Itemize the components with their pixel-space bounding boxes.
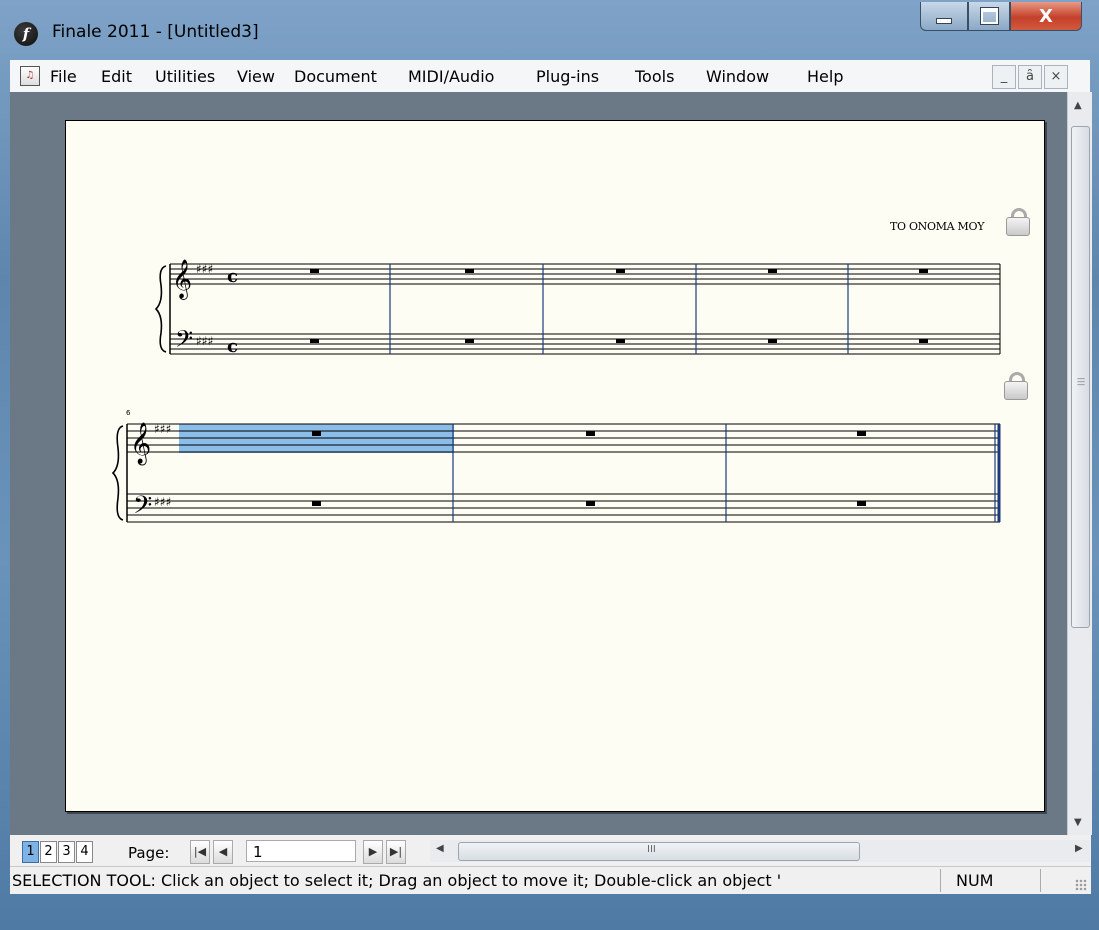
whole-rest-icon (310, 339, 319, 343)
scroll-grip-icon: — — — (1077, 374, 1085, 389)
status-message: SELECTION TOOL: Click an object to selec… (12, 871, 782, 890)
scroll-grip-icon: III (647, 844, 656, 855)
grand-staff-brace (111, 425, 124, 521)
barlines-2 (452, 424, 727, 522)
last-page-icon[interactable]: ▶| (386, 840, 406, 864)
scroll-down-icon[interactable]: ▼ (1074, 817, 1082, 828)
vertical-scroll-thumb[interactable]: — — — (1071, 126, 1090, 628)
whole-rests-1 (310, 269, 928, 343)
score-notation[interactable]: 𝄞 𝄢 ♯♯♯ ♯♯♯ c c 6 𝄞 𝄢 ♯♯♯ ♯♯♯ (0, 0, 1099, 930)
first-page-icon[interactable]: |◀ (190, 840, 210, 864)
whole-rest-icon (616, 339, 625, 343)
whole-rest-icon (768, 339, 777, 343)
whole-rest-icon (465, 269, 474, 273)
horizontal-scroll-thumb[interactable]: III (458, 842, 860, 861)
prev-page-icon[interactable]: ◀ (213, 840, 233, 864)
bass-clef-icon: 𝄢 (133, 491, 152, 526)
page-label: Page: (128, 844, 170, 862)
vertical-scrollbar[interactable]: ▲ — — — ▼ (1067, 92, 1092, 835)
key-signature-sharps-icon: ♯♯♯ (196, 262, 213, 276)
staff-bass-2 (127, 493, 1000, 523)
whole-rest-icon (312, 501, 321, 506)
whole-rest-icon (768, 269, 777, 273)
whole-rest-icon (310, 269, 319, 273)
whole-rest-icon (586, 431, 595, 436)
whole-rest-icon (312, 431, 321, 436)
status-divider (1040, 869, 1041, 892)
whole-rest-icon (857, 431, 866, 436)
page-button-1[interactable]: 1 (22, 841, 39, 863)
treble-clef-icon: 𝄞 (130, 422, 151, 465)
page-button-3[interactable]: 3 (58, 841, 75, 863)
whole-rest-icon (586, 501, 595, 506)
staff-treble-1 (170, 263, 1000, 285)
num-lock-indicator: NUM (956, 871, 994, 890)
time-signature: c (227, 336, 238, 357)
next-page-icon[interactable]: ▶ (363, 840, 383, 864)
grand-staff-brace (154, 265, 167, 353)
key-signature-sharps-icon: ♯♯♯ (154, 495, 171, 509)
time-signature: c (227, 266, 238, 287)
finale-window: f Finale 2011 - [Untitled3] X ♫ File Edi… (0, 0, 1099, 930)
lock-body (1004, 381, 1028, 400)
measure-number: 6 (126, 409, 131, 417)
lock-icon[interactable] (1006, 208, 1030, 236)
whole-rest-icon (616, 269, 625, 273)
whole-rest-icon (465, 339, 474, 343)
whole-rest-icon (919, 269, 928, 273)
whole-rest-icon (919, 339, 928, 343)
status-divider (940, 869, 941, 892)
scroll-right-icon[interactable]: ▶ (1075, 843, 1083, 854)
key-signature-sharps-icon: ♯♯♯ (154, 422, 171, 436)
status-bar: SELECTION TOOL: Click an object to selec… (10, 866, 1091, 894)
horizontal-scrollbar[interactable]: ◀ III ▶ (430, 840, 1090, 862)
key-signature-sharps-icon: ♯♯♯ (196, 334, 213, 348)
system-1: 𝄞 𝄢 ♯♯♯ ♯♯♯ c c (154, 259, 1001, 358)
page-button-2[interactable]: 2 (40, 841, 57, 863)
whole-rest-icon (857, 501, 866, 506)
bottom-toolbar: 1 2 3 4 Page: |◀ ◀ 1 ▶ ▶| ◀ III ▶ SELECT… (10, 835, 1091, 894)
score-title-text[interactable]: TO ONOMA MOY (890, 220, 984, 233)
lock-body (1006, 217, 1030, 236)
staff-bass-1 (170, 333, 1000, 355)
scroll-left-icon[interactable]: ◀ (436, 843, 444, 854)
page-number-input[interactable]: 1 (246, 840, 356, 862)
lock-icon[interactable] (1004, 372, 1028, 400)
bass-clef-icon: 𝄢 (175, 325, 193, 358)
treble-clef-icon: 𝄞 (172, 259, 192, 300)
scroll-up-icon[interactable]: ▲ (1074, 100, 1082, 111)
page-button-4[interactable]: 4 (76, 841, 93, 863)
resize-grip-icon[interactable] (1075, 879, 1087, 891)
